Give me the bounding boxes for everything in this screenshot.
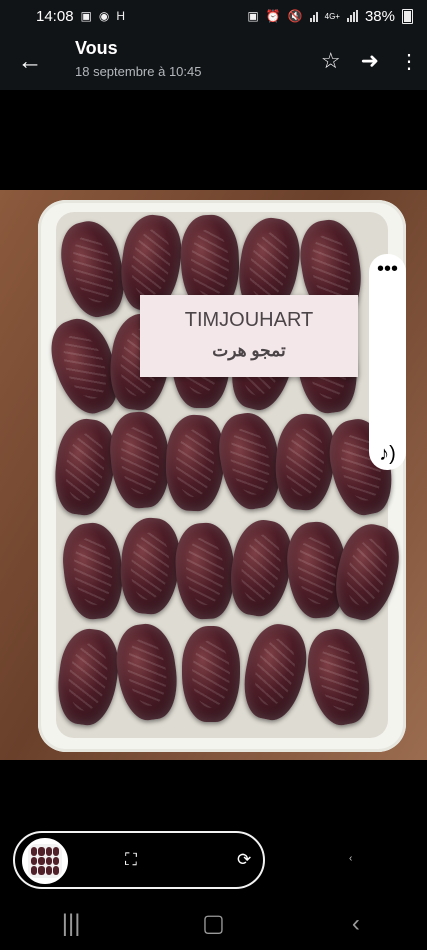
- photo-viewer-image[interactable]: TIMJOUHART تمجو هرت: [0, 190, 427, 760]
- date-fruit: [327, 518, 407, 626]
- date-fruit: [173, 521, 237, 621]
- message-viewer-header: ← Vous 18 septembre à 10:45 ☆ ➜ ⋮: [0, 32, 427, 90]
- product-name-arabic: تمجو هرت: [212, 341, 286, 360]
- sender-name: Vous: [75, 37, 118, 58]
- date-fruit: [52, 625, 124, 729]
- message-date: 18 septembre à 10:45: [75, 63, 202, 79]
- status-right: ▣ ⏰ 🔇 4G+ 38%: [247, 8, 413, 25]
- rotate-icon[interactable]: ⟳: [237, 851, 251, 868]
- battery-icon: [402, 8, 413, 24]
- mute-icon: 🔇: [287, 9, 303, 23]
- app-notification-icon: H: [116, 9, 126, 23]
- status-time: 14:08: [36, 7, 74, 25]
- date-fruit: [116, 515, 184, 617]
- signal-strength-icon: [346, 10, 358, 22]
- alarm-icon: ⏰: [265, 9, 281, 23]
- back-arrow-icon[interactable]: ←: [0, 48, 60, 74]
- date-fruit: [49, 415, 121, 519]
- thumbnail-preview: [28, 844, 62, 878]
- message-title-block: Vous 18 septembre à 10:45: [60, 38, 321, 79]
- date-fruit: [111, 620, 183, 724]
- horizontal-dots-icon[interactable]: •••: [369, 259, 406, 279]
- system-navigation-bar: ||| ▢ ‹: [0, 897, 427, 950]
- date-tray: TIMJOUHART تمجو هرت: [38, 200, 407, 752]
- star-icon[interactable]: ☆: [321, 48, 341, 74]
- network-type: 4G+: [324, 11, 340, 21]
- status-left: 14:08 ▣ ◉ H: [36, 8, 125, 25]
- date-fruit: [301, 624, 377, 730]
- date-fruit: [106, 409, 174, 511]
- lock-icon: ▣: [247, 9, 259, 23]
- battery-percent: 38%: [364, 7, 395, 25]
- tray-inner: TIMJOUHART تمجو هرت: [41, 211, 407, 738]
- image-thumbnail[interactable]: [22, 838, 68, 884]
- header-actions: ☆ ➜ ⋮: [321, 48, 427, 74]
- music-note-sound-icon[interactable]: ♪): [369, 443, 406, 466]
- image-options-panel[interactable]: ••• ♪): [369, 254, 406, 470]
- status-bar: 14:08 ▣ ◉ H ▣ ⏰ 🔇 4G+ 38%: [0, 0, 427, 32]
- date-row-5: [52, 619, 388, 730]
- product-label-card: TIMJOUHART تمجو هرت: [140, 295, 358, 377]
- messenger-notification-icon: ◉: [98, 9, 110, 23]
- date-fruit: [236, 619, 314, 725]
- recent-apps-icon[interactable]: |||: [41, 911, 101, 936]
- date-fruit: [163, 413, 227, 513]
- date-row-4: [56, 515, 407, 626]
- image-thumbnail-bar: ⛶ ⟳: [13, 831, 265, 889]
- back-navigation-icon[interactable]: ‹: [326, 911, 386, 936]
- vertical-dots-icon[interactable]: ⋮: [399, 49, 419, 74]
- gallery-notification-icon: ▣: [80, 9, 92, 23]
- share-arrow-icon[interactable]: ➜: [361, 48, 379, 74]
- date-fruit: [271, 411, 339, 513]
- tiny-left-mark-icon: ‹: [349, 853, 353, 864]
- date-row-3: [49, 408, 400, 520]
- date-fruit: [182, 626, 240, 722]
- scan-icon[interactable]: ⛶: [125, 851, 137, 868]
- home-icon[interactable]: ▢: [183, 911, 243, 936]
- signal-icon: [309, 10, 318, 22]
- date-fruit: [59, 520, 127, 622]
- product-name-latin: TIMJOUHART: [184, 309, 314, 331]
